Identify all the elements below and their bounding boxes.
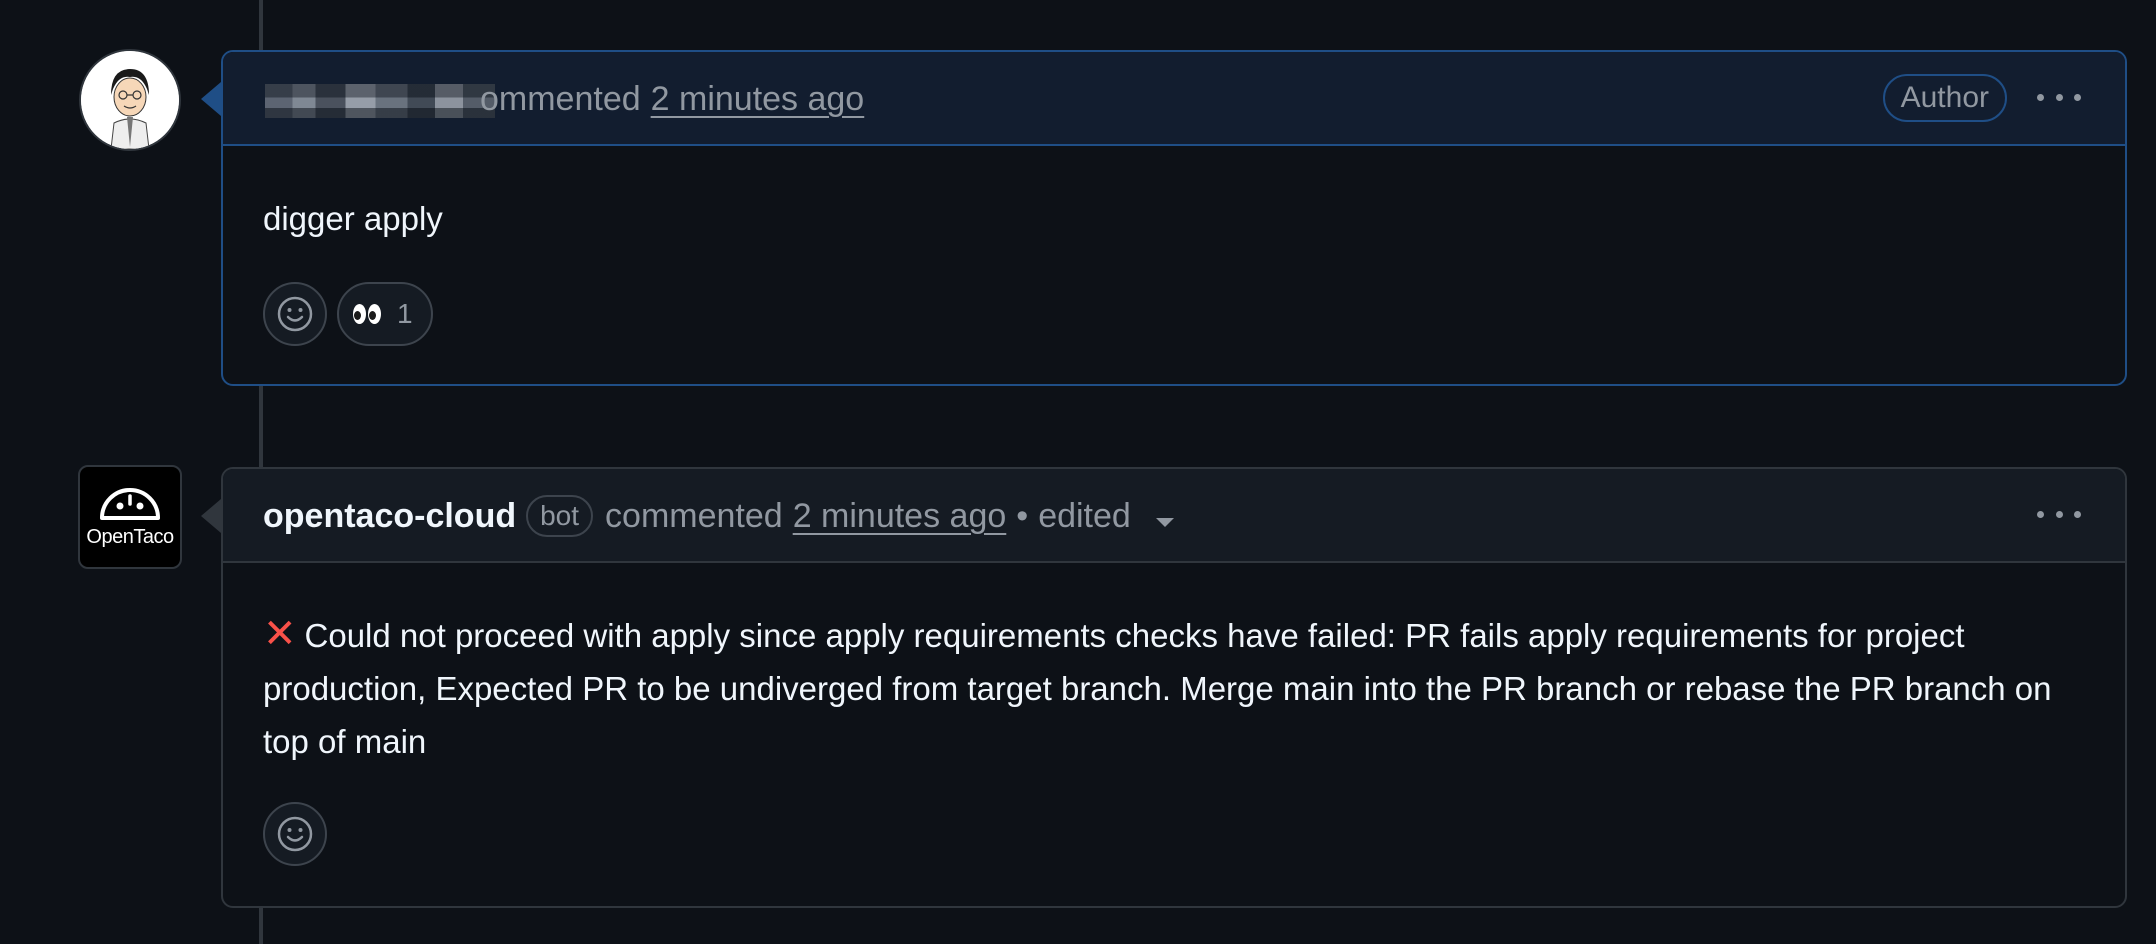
kebab-dot [2074, 93, 2081, 101]
kebab-dot [2037, 510, 2044, 518]
smiley-icon [277, 296, 313, 332]
comment-meta: opentaco-cloud bot commented 2 minutes a… [263, 469, 1175, 563]
pr-timeline: ommented 2 minutes ago Author digger app… [0, 0, 2156, 944]
edited-label: edited [1038, 496, 1131, 535]
red-x-icon: ✕ [263, 612, 297, 656]
user-avatar[interactable] [79, 49, 181, 151]
eyes-emoji-icon [353, 304, 381, 324]
comment-action: commented [605, 496, 783, 535]
comment-body: digger apply [263, 200, 443, 237]
edited-history-button[interactable]: edited [1038, 496, 1175, 536]
taco-logo-icon [100, 487, 160, 520]
comment-pointer [201, 499, 221, 533]
comment-options-button[interactable] [2037, 499, 2081, 529]
comment-timestamp-link[interactable]: 2 minutes ago [793, 497, 1007, 536]
comment-card-author: ommented 2 minutes ago Author digger app… [221, 50, 2127, 386]
reactions-bar: 1 [263, 282, 433, 346]
comment-author-link[interactable]: opentaco-cloud [263, 497, 516, 536]
comment-action: ommented [480, 79, 641, 118]
comment-header: opentaco-cloud bot commented 2 minutes a… [223, 469, 2125, 563]
redacted-username [265, 84, 495, 118]
author-badge: Author [1882, 74, 2007, 122]
comment-options-button[interactable] [2037, 82, 2081, 112]
reaction-count: 1 [397, 298, 413, 329]
kebab-dot [2055, 510, 2063, 518]
eyes-reaction-button[interactable]: 1 [337, 282, 433, 346]
comment-card-bot: opentaco-cloud bot commented 2 minutes a… [221, 467, 2127, 908]
comment-timestamp-link[interactable]: 2 minutes ago [651, 80, 865, 119]
add-reaction-button[interactable] [263, 802, 327, 866]
bot-label: bot [526, 495, 594, 537]
smiley-icon [277, 816, 313, 852]
cartoon-person-icon [81, 51, 179, 149]
kebab-dot [2037, 93, 2044, 101]
kebab-dot [2055, 93, 2063, 101]
add-reaction-button[interactable] [263, 282, 327, 346]
bot-avatar-brand: OpenTaco [86, 525, 174, 548]
comment-body: ✕ Could not proceed with apply since appl… [263, 608, 2085, 768]
comment-meta: ommented 2 minutes ago [480, 52, 864, 146]
comment-header: ommented 2 minutes ago Author [223, 52, 2125, 146]
chevron-down-icon [1156, 517, 1175, 527]
kebab-dot [2074, 510, 2081, 518]
comment-body-text: Could not proceed with apply since apply… [263, 617, 2052, 760]
separator-dot: • [1016, 496, 1029, 535]
bot-avatar[interactable]: OpenTaco [78, 465, 182, 569]
reactions-bar [263, 802, 327, 866]
comment-pointer [201, 82, 221, 116]
